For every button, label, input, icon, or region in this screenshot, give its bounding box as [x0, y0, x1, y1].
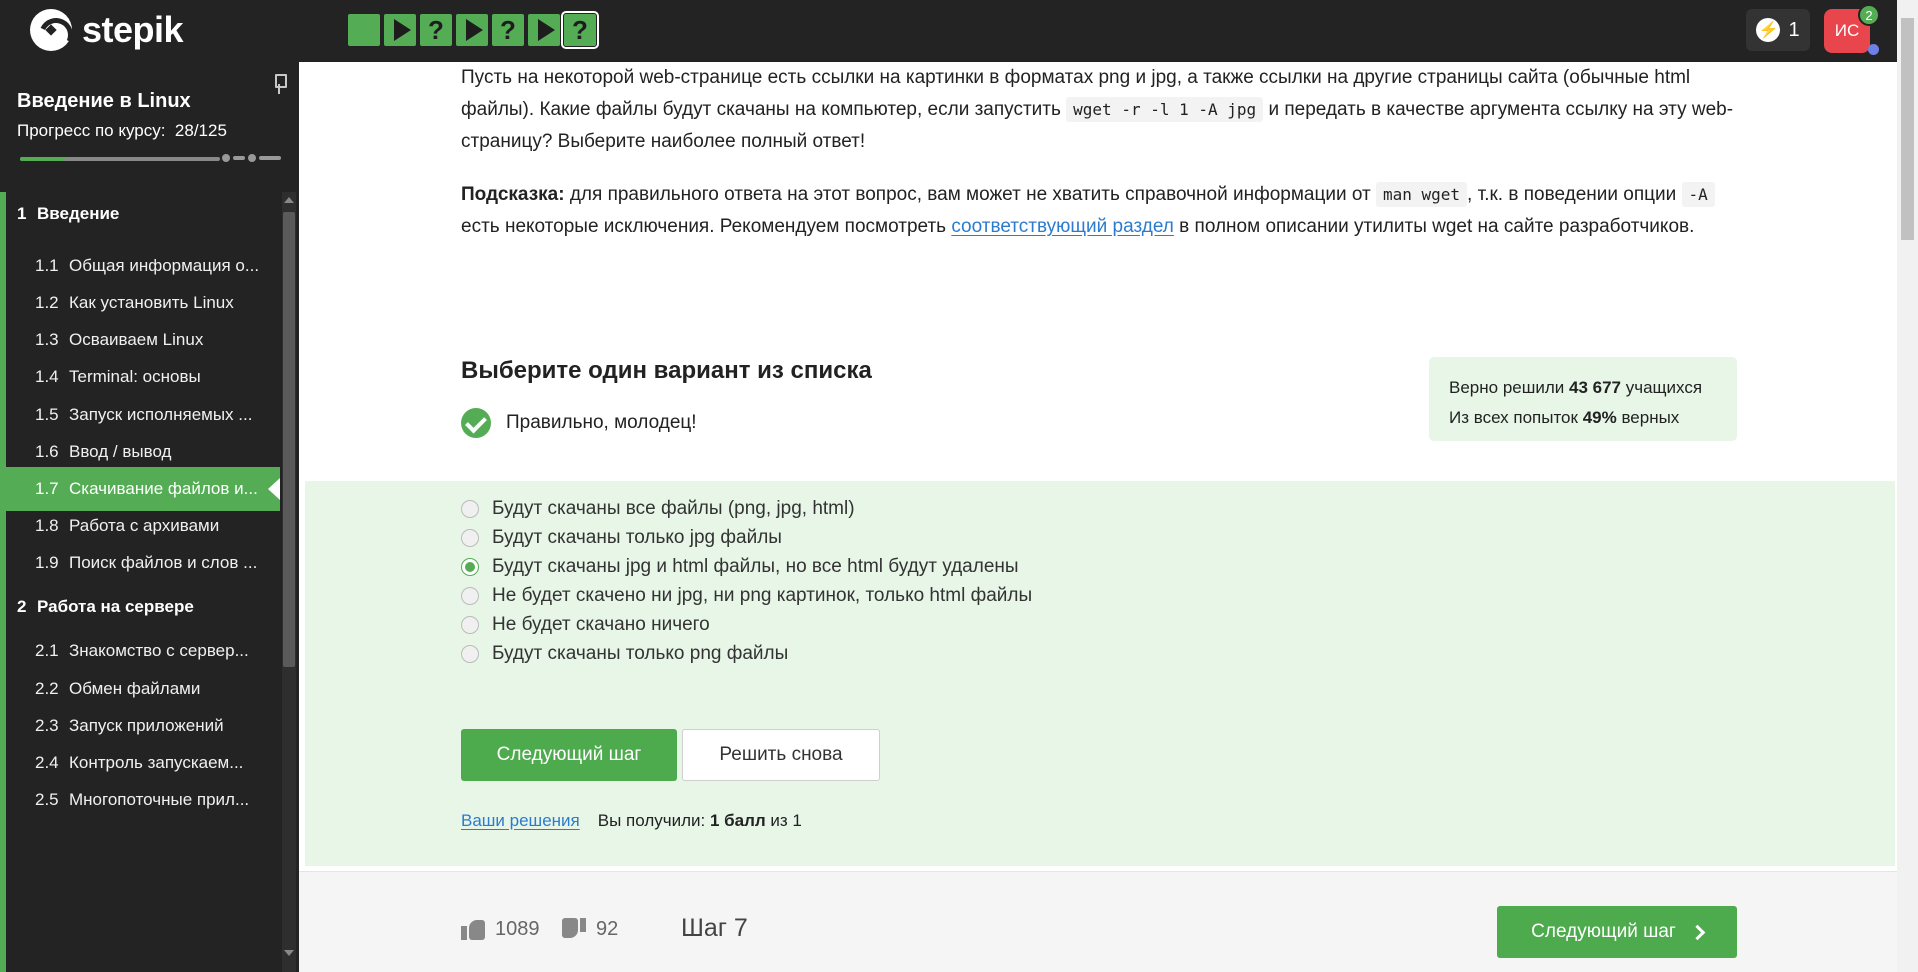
solution-summary: Ваши решения Вы получили: 1 балл из 1 [461, 811, 802, 831]
sidebar-scrollbar-thumb[interactable] [283, 212, 295, 667]
quiz-title: Выберите один вариант из списка [461, 357, 872, 384]
radio-button[interactable] [461, 645, 479, 663]
check-circle-icon [461, 408, 491, 438]
lesson-steps-nav: ? ? ? [348, 11, 599, 49]
quiz-stats-box: Верно решили 43 677 учащихся Из всех поп… [1429, 357, 1737, 441]
progress-value: 28/125 [174, 121, 227, 140]
progress-bar-tail [222, 154, 281, 162]
top-bar: stepik ? ? ? ⚡ 1 ИС 2 [0, 0, 1918, 62]
section-1-header[interactable]: 1 Введение [6, 192, 280, 236]
energy-button[interactable]: ⚡ 1 [1746, 9, 1810, 51]
course-sidebar: Введение в Linux Прогресс по курсу: 28/1… [0, 62, 299, 972]
course-progress: Прогресс по курсу: 28/125 [17, 121, 227, 141]
course-title[interactable]: Введение в Linux [17, 90, 191, 113]
step-5-quiz-icon[interactable]: ? [492, 14, 524, 46]
notification-badge[interactable]: 2 [1858, 4, 1880, 26]
chevron-right-icon [1689, 924, 1706, 940]
toc-item-1-9[interactable]: 1.9 Поиск файлов и слов ... [6, 541, 280, 585]
lightning-icon: ⚡ [1756, 18, 1781, 42]
score-text: Вы получили: 1 балл из 1 [597, 811, 802, 830]
answer-option-2[interactable]: Будут скачаны только jpg файлы [461, 527, 782, 549]
step-number: Шаг 7 [681, 914, 748, 942]
footer-next-step-button[interactable]: Следующий шаг [1497, 906, 1737, 958]
radio-button[interactable] [461, 616, 479, 634]
step-1-text-icon[interactable] [348, 14, 380, 46]
dislike-count: 92 [596, 917, 619, 940]
step-2-video-icon[interactable] [384, 14, 416, 46]
like-button[interactable]: 1089 [461, 917, 540, 941]
hint-text: Подсказка: для правильного ответа на это… [461, 179, 1741, 243]
correct-feedback: Правильно, молодец! [461, 408, 697, 438]
your-solutions-link[interactable]: Ваши решения [461, 811, 580, 831]
man-wget-code: man wget [1375, 182, 1468, 207]
step-4-video-icon[interactable] [456, 14, 488, 46]
answer-option-1[interactable]: Будут скачаны все файлы (png, jpg, html) [461, 498, 855, 520]
stepik-logo-icon [30, 9, 72, 51]
correct-message: Правильно, молодец! [506, 412, 697, 433]
command-code: wget -r -l 1 -A jpg [1066, 97, 1264, 122]
dislike-button[interactable]: 92 [562, 917, 618, 941]
step-7-quiz-icon[interactable]: ? [561, 11, 599, 49]
stepik-logo[interactable]: stepik [30, 9, 184, 51]
thumbs-down-icon [562, 917, 586, 941]
step-6-video-icon[interactable] [528, 14, 560, 46]
answer-option-4[interactable]: Не будет скачено ни jpg, ни png картинок… [461, 585, 1032, 607]
pin-icon[interactable] [272, 74, 287, 96]
retry-button[interactable]: Решить снова [682, 729, 880, 781]
scroll-down-arrow-icon[interactable] [284, 950, 294, 956]
docs-link[interactable]: соответствующий раздел [951, 216, 1174, 237]
step-content: Пусть на некоторой web-странице есть ссы… [299, 62, 1897, 972]
thumbs-up-icon [461, 917, 485, 941]
progress-label: Прогресс по курсу: [17, 121, 166, 140]
radio-button[interactable] [461, 587, 479, 605]
energy-count: 1 [1788, 18, 1800, 41]
radio-button[interactable] [461, 500, 479, 518]
toc-item-2-5[interactable]: 2.5 Многопоточные прил... [6, 778, 280, 822]
step-footer: 1089 92 Шаг 7 Следующий шаг [299, 871, 1897, 972]
scroll-up-arrow-icon[interactable] [284, 197, 294, 203]
like-count: 1089 [495, 917, 540, 940]
solved-count-line: Верно решили 43 677 учащихся [1449, 378, 1703, 397]
answers-panel: Будут скачаны все файлы (png, jpg, html)… [305, 481, 1895, 866]
radio-button[interactable] [461, 529, 479, 547]
radio-button-selected[interactable] [461, 558, 479, 576]
next-step-button[interactable]: Следующий шаг [461, 729, 677, 781]
progress-bar-fill [20, 157, 65, 161]
success-rate-line: Из всех попыток 49% верных [1449, 408, 1680, 427]
option-a-code: -A [1681, 182, 1715, 207]
step-3-quiz-icon[interactable]: ? [420, 14, 452, 46]
logo-text: stepik [82, 9, 184, 50]
section-2-header[interactable]: 2 Работа на сервере [6, 585, 280, 629]
question-text: Пусть на некоторой web-странице есть ссы… [461, 67, 1734, 152]
hint-label: Подсказка: [461, 184, 565, 205]
page-scrollbar-thumb[interactable] [1901, 18, 1914, 240]
answer-option-5[interactable]: Не будет скачано ничего [461, 614, 710, 636]
answer-option-3[interactable]: Будут скачаны jpg и html файлы, но все h… [461, 556, 1019, 578]
progress-bar [20, 157, 220, 161]
status-dot [1868, 44, 1879, 55]
answer-option-6[interactable]: Будут скачаны только png файлы [461, 643, 788, 665]
